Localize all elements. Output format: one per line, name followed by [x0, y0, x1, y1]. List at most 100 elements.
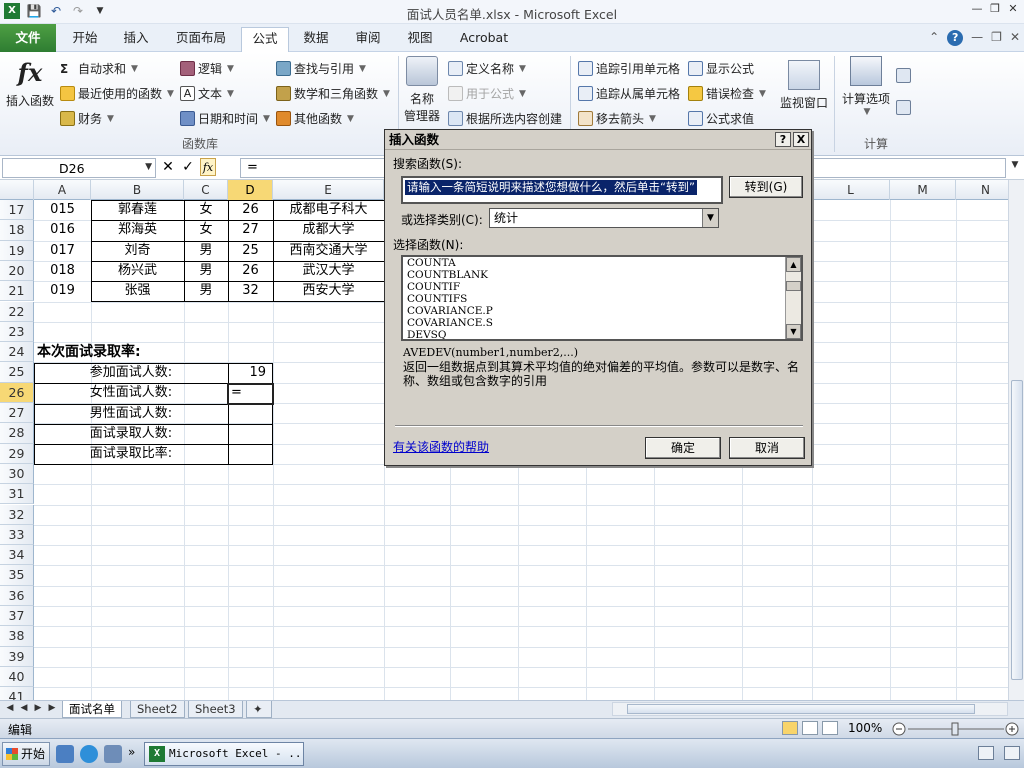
function-list-scrollbar[interactable]: ▲ ▼ — [785, 257, 801, 339]
summary-label[interactable]: 面试录取人数: — [34, 424, 228, 444]
summary-value[interactable]: 19 — [228, 363, 270, 383]
first-sheet-icon[interactable]: ◀ — [4, 703, 16, 713]
trace-precedents-button[interactable]: 追踪引用单元格 — [578, 60, 680, 77]
tab-insert[interactable]: 插入 — [112, 27, 160, 52]
insert-sheet-icon[interactable]: ✦ — [246, 701, 272, 718]
tab-acrobat[interactable]: Acrobat — [450, 27, 518, 52]
summary-label[interactable]: 男性面试人数: — [34, 404, 228, 424]
tab-page-layout[interactable]: 页面布局 — [164, 27, 238, 52]
scroll-thumb[interactable] — [627, 704, 975, 714]
row-header[interactable]: 35 — [0, 565, 34, 586]
row-header[interactable]: 20 — [0, 260, 34, 282]
table-cell-gender[interactable]: 女 — [184, 200, 228, 220]
row-header[interactable]: 19 — [0, 240, 34, 261]
chevron-down-icon[interactable]: ▼ — [702, 209, 718, 227]
table-cell-gender[interactable]: 男 — [184, 261, 228, 281]
column-header[interactable]: M — [890, 180, 956, 200]
function-list-item[interactable]: COUNTA — [403, 257, 801, 269]
more-icon[interactable]: » — [128, 745, 135, 759]
tab-review[interactable]: 审阅 — [344, 27, 392, 52]
math-trig-button[interactable]: 数学和三角函数 ▼ — [276, 85, 390, 102]
column-header[interactable]: C — [184, 180, 228, 200]
table-cell-school[interactable]: 西安大学 — [273, 281, 384, 301]
minimize-ribbon-icon[interactable]: ⌃ — [929, 30, 939, 46]
summary-label[interactable]: 参加面试人数: — [34, 363, 228, 383]
help-icon[interactable]: ? — [947, 30, 964, 46]
category-select[interactable]: 统计 ▼ — [489, 208, 719, 228]
row-header[interactable]: 41 — [0, 687, 34, 700]
more-functions-button[interactable]: 其他函数 ▼ — [276, 110, 354, 127]
table-cell-school[interactable]: 成都电子科大 — [273, 200, 384, 220]
row-header[interactable]: 28 — [0, 423, 34, 444]
page-layout-view-icon[interactable] — [802, 721, 818, 735]
name-manager-button[interactable]: 名称 管理器 — [402, 56, 442, 124]
normal-view-icon[interactable] — [782, 721, 798, 735]
table-cell-id[interactable]: 019 — [34, 281, 91, 301]
row-header[interactable]: 40 — [0, 666, 34, 688]
row-header[interactable]: 25 — [0, 362, 34, 383]
remove-arrows-button[interactable]: 移去箭头 ▼ — [578, 110, 656, 127]
watch-window-button[interactable]: 监视窗口 — [778, 60, 830, 111]
doc-minimize-icon[interactable]: — — [971, 30, 983, 46]
expand-formula-bar-icon[interactable]: ▼ — [1008, 160, 1022, 176]
column-header[interactable]: L — [812, 180, 890, 200]
table-cell-name[interactable]: 刘奇 — [91, 241, 184, 261]
create-from-selection-button[interactable]: 根据所选内容创建 — [448, 110, 562, 127]
confirm-entry-icon[interactable]: ✓ — [180, 158, 196, 176]
recent-functions-button[interactable]: 最近使用的函数 ▼ — [60, 85, 174, 102]
column-header[interactable]: A — [34, 180, 91, 200]
row-header[interactable]: 37 — [0, 606, 34, 627]
tab-formulas[interactable]: 公式 — [241, 27, 289, 52]
sheet-tab-sheet2[interactable]: Sheet2 — [130, 701, 185, 718]
table-cell-school[interactable]: 西南交通大学 — [273, 241, 384, 261]
tab-home[interactable]: 开始 — [60, 27, 110, 52]
row-header[interactable]: 27 — [0, 403, 34, 424]
financial-button[interactable]: 财务 ▼ — [60, 110, 114, 127]
table-cell-age[interactable]: 26 — [228, 200, 273, 220]
column-header[interactable]: B — [91, 180, 184, 200]
table-cell-name[interactable]: 郑海英 — [91, 220, 184, 240]
media-icon[interactable] — [104, 745, 122, 763]
column-header[interactable]: N — [956, 180, 1010, 200]
define-name-button[interactable]: 定义名称 ▼ — [448, 60, 526, 77]
zoom-level[interactable]: 100% — [848, 721, 882, 735]
restore-icon[interactable]: ❐ — [988, 2, 1002, 16]
doc-close-icon[interactable]: ✕ — [1010, 30, 1020, 46]
table-cell-age[interactable]: 26 — [228, 261, 273, 281]
table-cell-school[interactable]: 武汉大学 — [273, 261, 384, 281]
minimize-icon[interactable]: — — [970, 2, 984, 16]
horizontal-scrollbar[interactable] — [612, 702, 1008, 716]
function-list-item[interactable]: COUNTIF — [403, 281, 801, 293]
last-sheet-icon[interactable]: ▶ — [46, 703, 58, 713]
calc-now-button[interactable] — [896, 68, 911, 83]
insert-function-fx-icon[interactable]: fx — [200, 158, 216, 176]
table-cell-id[interactable]: 016 — [34, 220, 91, 240]
text-button[interactable]: A 文本 ▼ — [180, 85, 234, 102]
ok-button[interactable]: 确定 — [645, 437, 721, 459]
row-header[interactable]: 24 — [0, 342, 34, 363]
active-cell-selection[interactable] — [227, 383, 274, 405]
function-list-item[interactable]: DEVSQ — [403, 329, 801, 339]
row-header[interactable]: 23 — [0, 321, 34, 343]
close-icon[interactable]: X — [793, 132, 809, 147]
show-formulas-button[interactable]: 显示公式 — [688, 60, 754, 77]
table-cell-gender[interactable]: 女 — [184, 220, 228, 240]
datetime-button[interactable]: 日期和时间 ▼ — [180, 110, 270, 127]
sheet-tab-interview-list[interactable]: 面试名单 — [62, 701, 122, 718]
table-cell-id[interactable]: 018 — [34, 261, 91, 281]
table-cell-age[interactable]: 32 — [228, 281, 273, 301]
function-help-link[interactable]: 有关该函数的帮助 — [393, 438, 489, 455]
function-list-item[interactable]: COUNTIFS — [403, 293, 801, 305]
summary-label[interactable]: 女性面试人数: — [34, 383, 228, 403]
summary-label[interactable]: 面试录取比率: — [34, 444, 228, 464]
row-header[interactable]: 39 — [0, 646, 34, 667]
use-in-formula-button[interactable]: 用于公式 ▼ — [448, 85, 526, 102]
row-header[interactable]: 34 — [0, 545, 34, 566]
table-cell-name[interactable]: 杨兴武 — [91, 261, 184, 281]
prev-sheet-icon[interactable]: ◀ — [18, 703, 30, 713]
column-header[interactable]: E — [273, 180, 384, 200]
row-header[interactable]: 29 — [0, 443, 34, 464]
row-header[interactable]: 18 — [0, 220, 34, 241]
row-header[interactable]: 30 — [0, 463, 34, 485]
lookup-reference-button[interactable]: 查找与引用 ▼ — [276, 60, 366, 77]
